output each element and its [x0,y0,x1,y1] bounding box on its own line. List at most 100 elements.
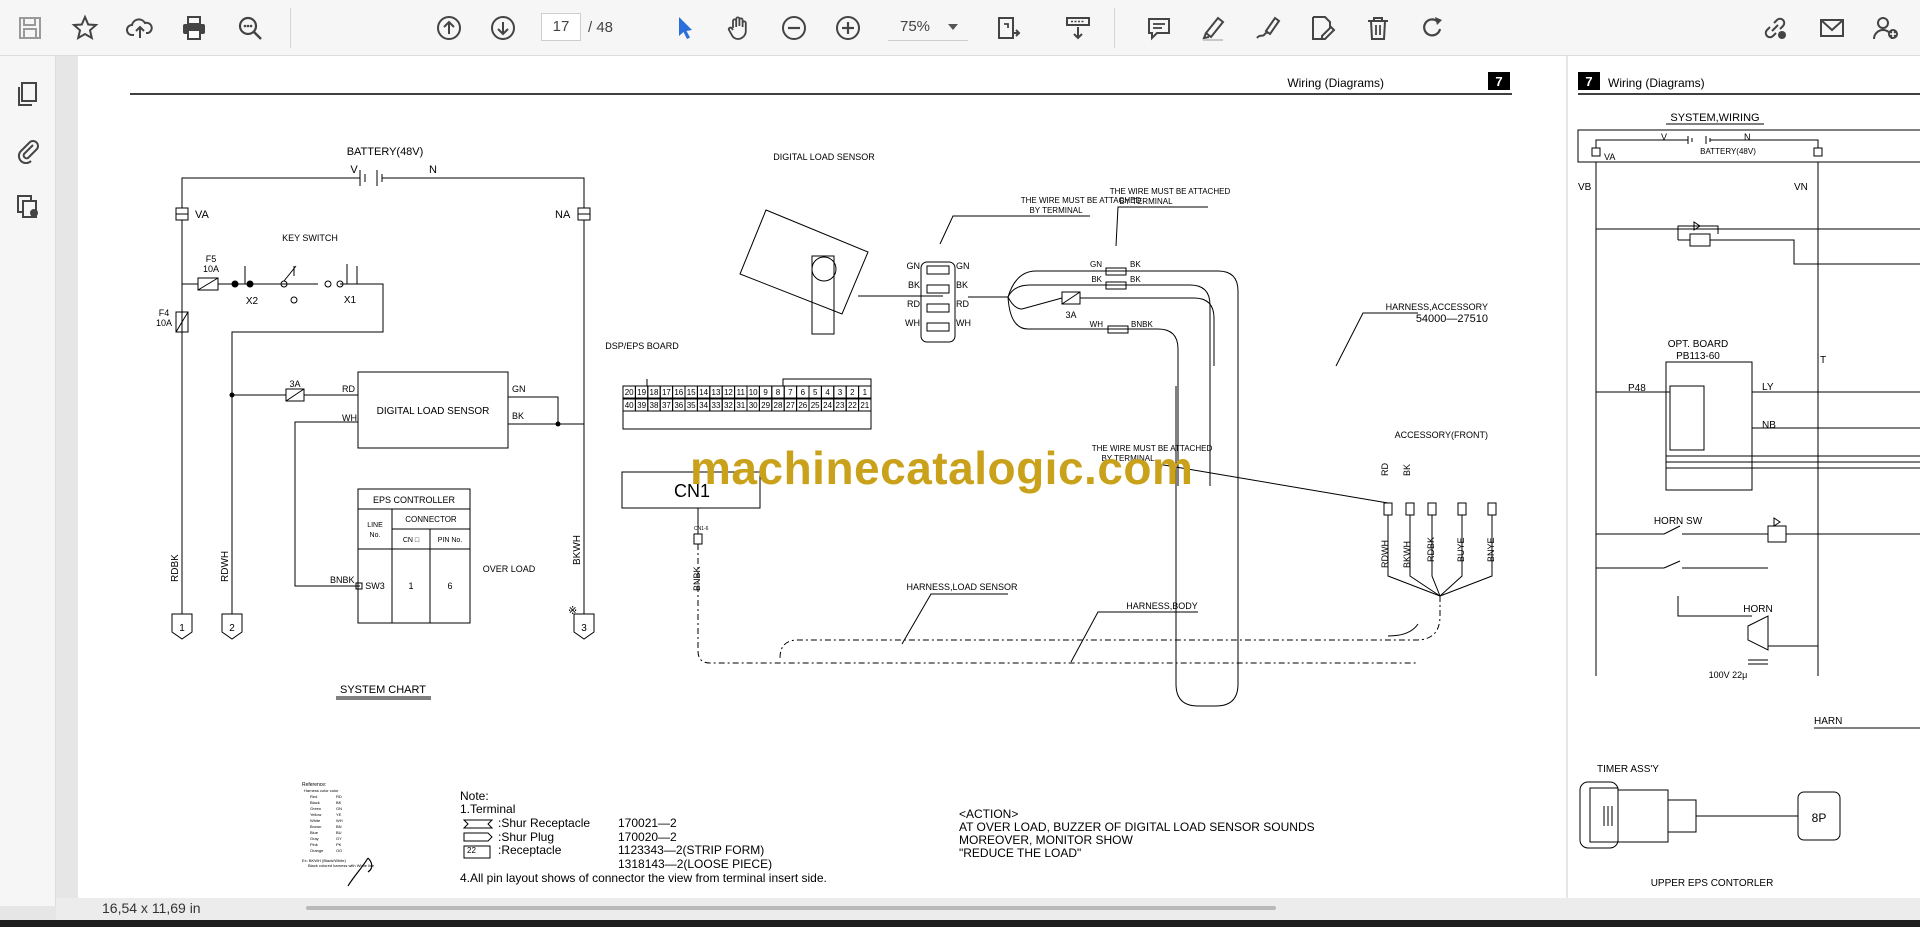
svg-text:HORN: HORN [1743,604,1772,615]
email-icon[interactable] [1814,10,1850,46]
connector-pin-number: 21 [860,401,869,410]
legend-color-code: GN [336,806,342,811]
svg-text:2: 2 [229,623,235,634]
hand-icon[interactable] [721,10,757,46]
connector-pin-number: 33 [712,401,721,410]
legend-color-code: YE [336,812,342,817]
legend-color-name: Orange [310,848,324,853]
connector-pin-number: 29 [761,401,770,410]
pages-thumbnail-icon[interactable] [10,76,46,112]
svg-text:ACCESSORY(FRONT): ACCESSORY(FRONT) [1395,430,1488,440]
svg-text:LINE: LINE [367,522,383,529]
share-link-icon[interactable] [1757,10,1793,46]
attachment-icon[interactable] [10,132,46,168]
comment-icon[interactable] [1141,10,1177,46]
svg-text:HARNESS,BODY: HARNESS,BODY [1126,601,1198,611]
connector-pin-number: 8 [776,388,781,397]
draw-icon[interactable] [1250,10,1286,46]
upload-cloud-icon[interactable] [122,10,158,46]
connector-pin-number: 25 [811,401,820,410]
rotate-icon[interactable] [1414,10,1450,46]
svg-text:RD: RD [956,299,969,309]
page-number-input[interactable]: 17 [541,13,581,41]
connector-pin-number: 5 [813,388,818,397]
document-viewport[interactable]: Wiring (Diagrams) 7 BATTERY(48V) V N VA … [56,56,1920,906]
delete-icon[interactable] [1360,10,1396,46]
page-size-label: 16,54 x 11,69 in [102,900,201,916]
zoom-in-icon[interactable] [830,10,866,46]
connector-pin-grid: 20 19 18 17 16 15 14 13 12 11 10 9 8 7 6 5 4 3 2 140 39 38 37 3… [622,385,872,412]
svg-text:3A: 3A [1065,310,1076,320]
svg-text:DIGITAL LOAD SENSOR: DIGITAL LOAD SENSOR [773,152,875,162]
connector-pin-number: 10 [749,388,758,397]
legend-color-name: Yellow [310,812,322,817]
svg-text:No.: No. [370,532,381,539]
connector-pin-number: 30 [749,401,758,410]
legend-example-note: Black colored harness with White line [308,863,375,868]
next-page-icon[interactable] [485,10,521,46]
svg-text:VA: VA [195,209,210,221]
left-rail [0,56,56,906]
wiring-diagram-next-page: 7 Wiring (Diagrams) SYSTEM,WIRING V N BA… [1577,72,1920,889]
svg-text:X1: X1 [344,295,357,306]
svg-text:KEY SWITCH: KEY SWITCH [282,233,338,243]
legend-color-name: Black [310,800,320,805]
legend-color-code: RD [336,794,342,799]
chevron-down-icon[interactable] [948,24,958,30]
print-icon[interactable] [176,10,212,46]
svg-text:VA: VA [1604,152,1615,162]
zoom-out-icon[interactable] [776,10,812,46]
add-user-icon[interactable] [1868,10,1904,46]
svg-text:<ACTION>: <ACTION> [959,807,1018,821]
svg-text:PB113-60: PB113-60 [1676,351,1720,362]
color-legend: Reference:Harness color colorRed RDBlack B… [302,782,375,868]
scroll-mode-icon[interactable] [1060,10,1096,46]
window-bottom-edge [0,920,1920,927]
svg-text:HARNESS,LOAD SENSOR: HARNESS,LOAD SENSOR [906,582,1018,592]
select-cursor-icon[interactable] [667,10,703,46]
connector-pin-number: 2 [850,388,855,397]
svg-text:RD: RD [907,299,920,309]
connector-pin-number: 4 [825,388,830,397]
horizontal-scrollbar[interactable] [306,906,1276,910]
legend-color-code: BU [336,830,342,835]
note-block: Note: 1.Terminal :Shur Receptacle 170021… [460,789,827,885]
svg-text:X2: X2 [246,296,259,307]
legend-subtitle: Harness color color [304,788,339,793]
svg-text:MOREOVER, MONITOR SHOW: MOREOVER, MONITOR SHOW [959,833,1133,847]
connector-pin-number: 31 [736,401,745,410]
highlight-icon[interactable] [1195,10,1231,46]
svg-text:BNBK: BNBK [330,575,355,585]
svg-text:GN: GN [512,384,526,394]
connector-pin-number: 16 [674,388,683,397]
svg-text:AT OVER LOAD, BUZZER OF DIGITA: AT OVER LOAD, BUZZER OF DIGITAL LOAD SEN… [959,820,1315,834]
find-icon[interactable] [232,10,268,46]
svg-text:CN1-6: CN1-6 [694,526,709,532]
fit-page-icon[interactable] [990,10,1026,46]
svg-text:54000—27510: 54000—27510 [1416,313,1488,325]
svg-text:BK: BK [1091,275,1102,284]
legend-color-name: Blue [310,830,319,835]
svg-text:3: 3 [581,623,587,634]
connector-pin-number: 18 [650,388,659,397]
save-icon[interactable] [12,10,48,46]
svg-text:LY: LY [1762,382,1774,393]
svg-text:170020—2: 170020—2 [618,830,677,844]
fill-sign-icon[interactable] [1304,10,1340,46]
svg-text:RD: RD [342,384,355,394]
svg-text:BATTERY(48V): BATTERY(48V) [347,146,424,158]
prev-page-icon[interactable] [431,10,467,46]
svg-text:BK: BK [956,280,968,290]
connector-pin-number: 38 [650,401,659,410]
svg-text:THE WIRE MUST BE ATTACHED: THE WIRE MUST BE ATTACHED [1110,187,1231,196]
svg-text:BKWH: BKWH [572,535,583,565]
legend-color-code: GY [336,836,342,841]
svg-text:V: V [350,164,358,176]
svg-text:PIN No.: PIN No. [438,537,463,544]
legend-color-name: Brown [310,824,321,829]
svg-text:BK: BK [1130,275,1141,284]
svg-text:BNBK: BNBK [1131,320,1153,329]
bookmark-star-icon[interactable] [67,10,103,46]
layers-icon[interactable] [10,188,46,224]
svg-text:HARNESS,ACCESSORY: HARNESS,ACCESSORY [1386,302,1488,312]
